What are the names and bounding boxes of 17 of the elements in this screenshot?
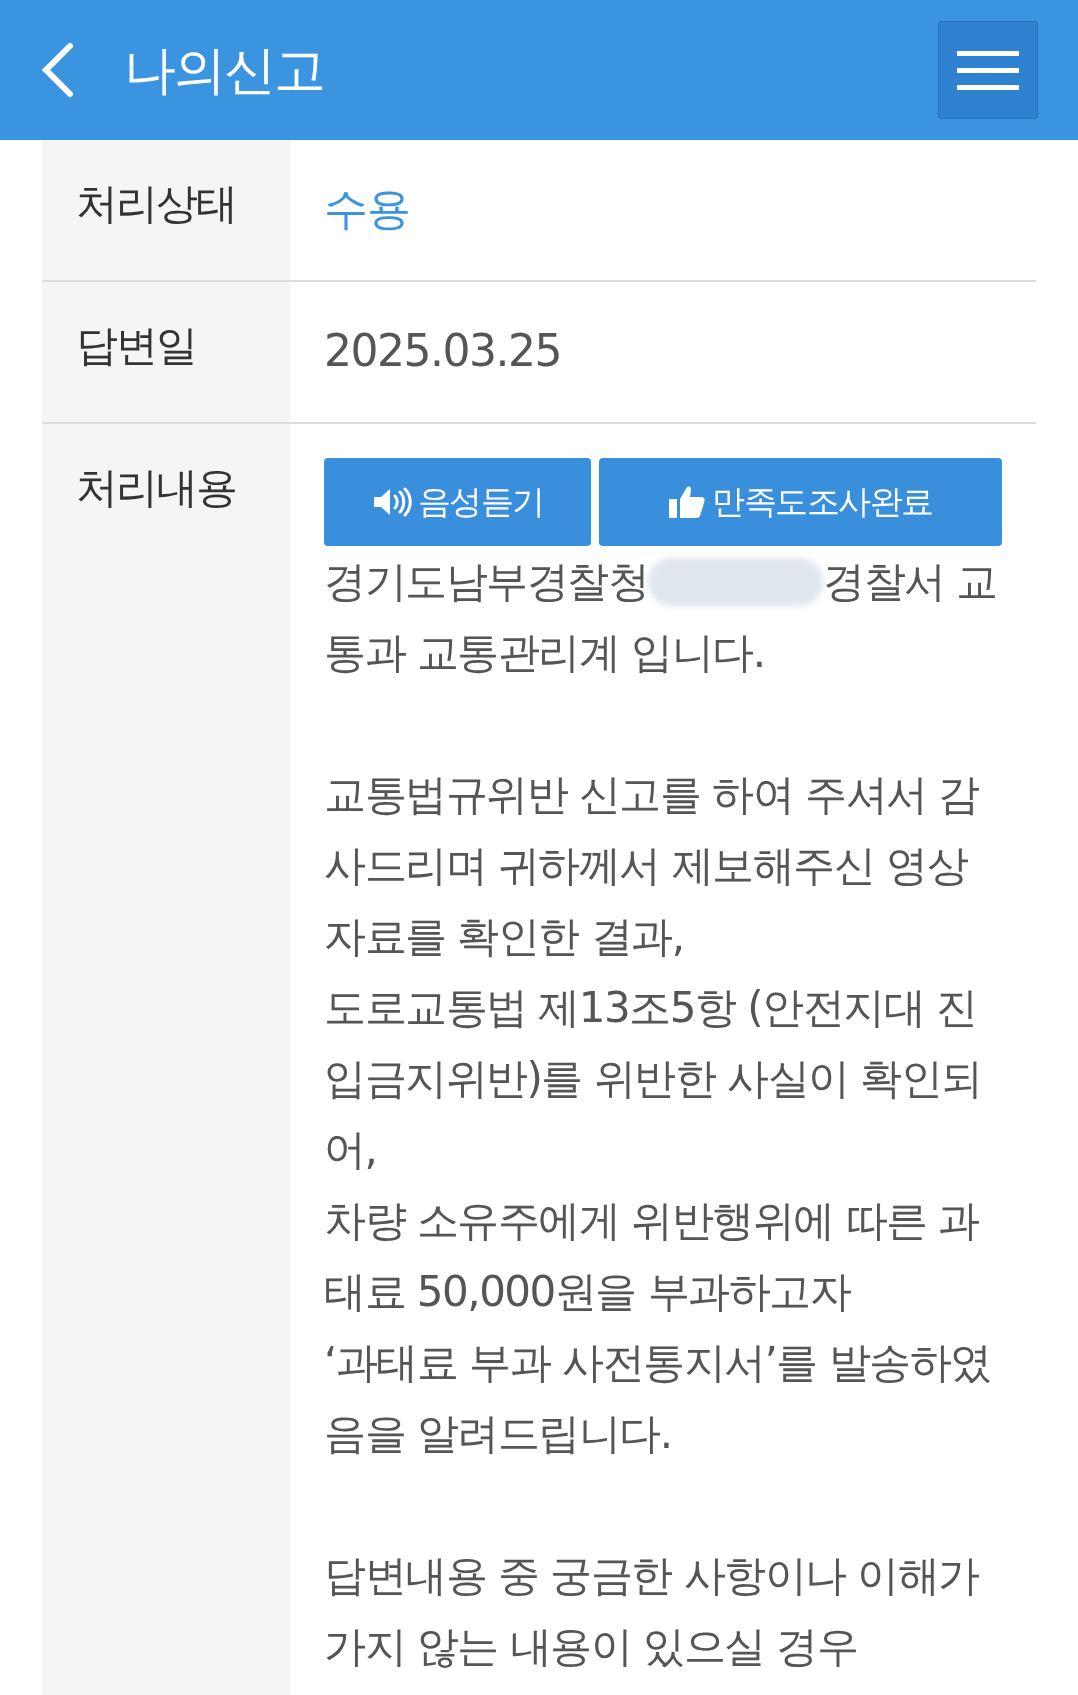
menu-button[interactable] (938, 21, 1038, 119)
reply-text: 통과 교통관리계 입니다. (324, 627, 766, 679)
row-label: 처리상태 (42, 140, 290, 280)
thumbs-up-icon (668, 484, 707, 520)
reply-text: 경기도남부경찰청 (324, 556, 648, 608)
listen-button[interactable]: 음성듣기 (324, 458, 591, 546)
survey-button[interactable]: 만족도조사완료 (599, 458, 1002, 546)
row-label: 처리내용 (42, 424, 290, 1695)
row-label: 답변일 (42, 282, 290, 422)
reply-paragraph: 교통법규위반 신고를 하여 주셔서 감 사드리며 귀하께서 제보해주신 영상 자료를 확인한 결과, 도로교통법 제13조5항 (안전지대 진 입금지위반)를 위반한 사실이 확인되 어, 차량 소유주에게 위반행위에 따른 과 태료 50,000원을 부과하고자 ‘과태료 부과 사전통지서’를 발송하였 음을 알려드립니다. (324, 769, 992, 1460)
status-value: 수용 (323, 182, 409, 236)
speaker-icon (371, 486, 412, 518)
reply-text: 경찰서 교 (823, 556, 997, 608)
page-title: 나의신고 (124, 39, 324, 102)
answer-date: 2025.03.25 (323, 324, 561, 378)
back-icon[interactable] (40, 42, 74, 98)
reply-paragraph: 답변내용 중 궁금한 사항이나 이해가 가지 않는 내용이 있으실 경우 (324, 1550, 980, 1673)
